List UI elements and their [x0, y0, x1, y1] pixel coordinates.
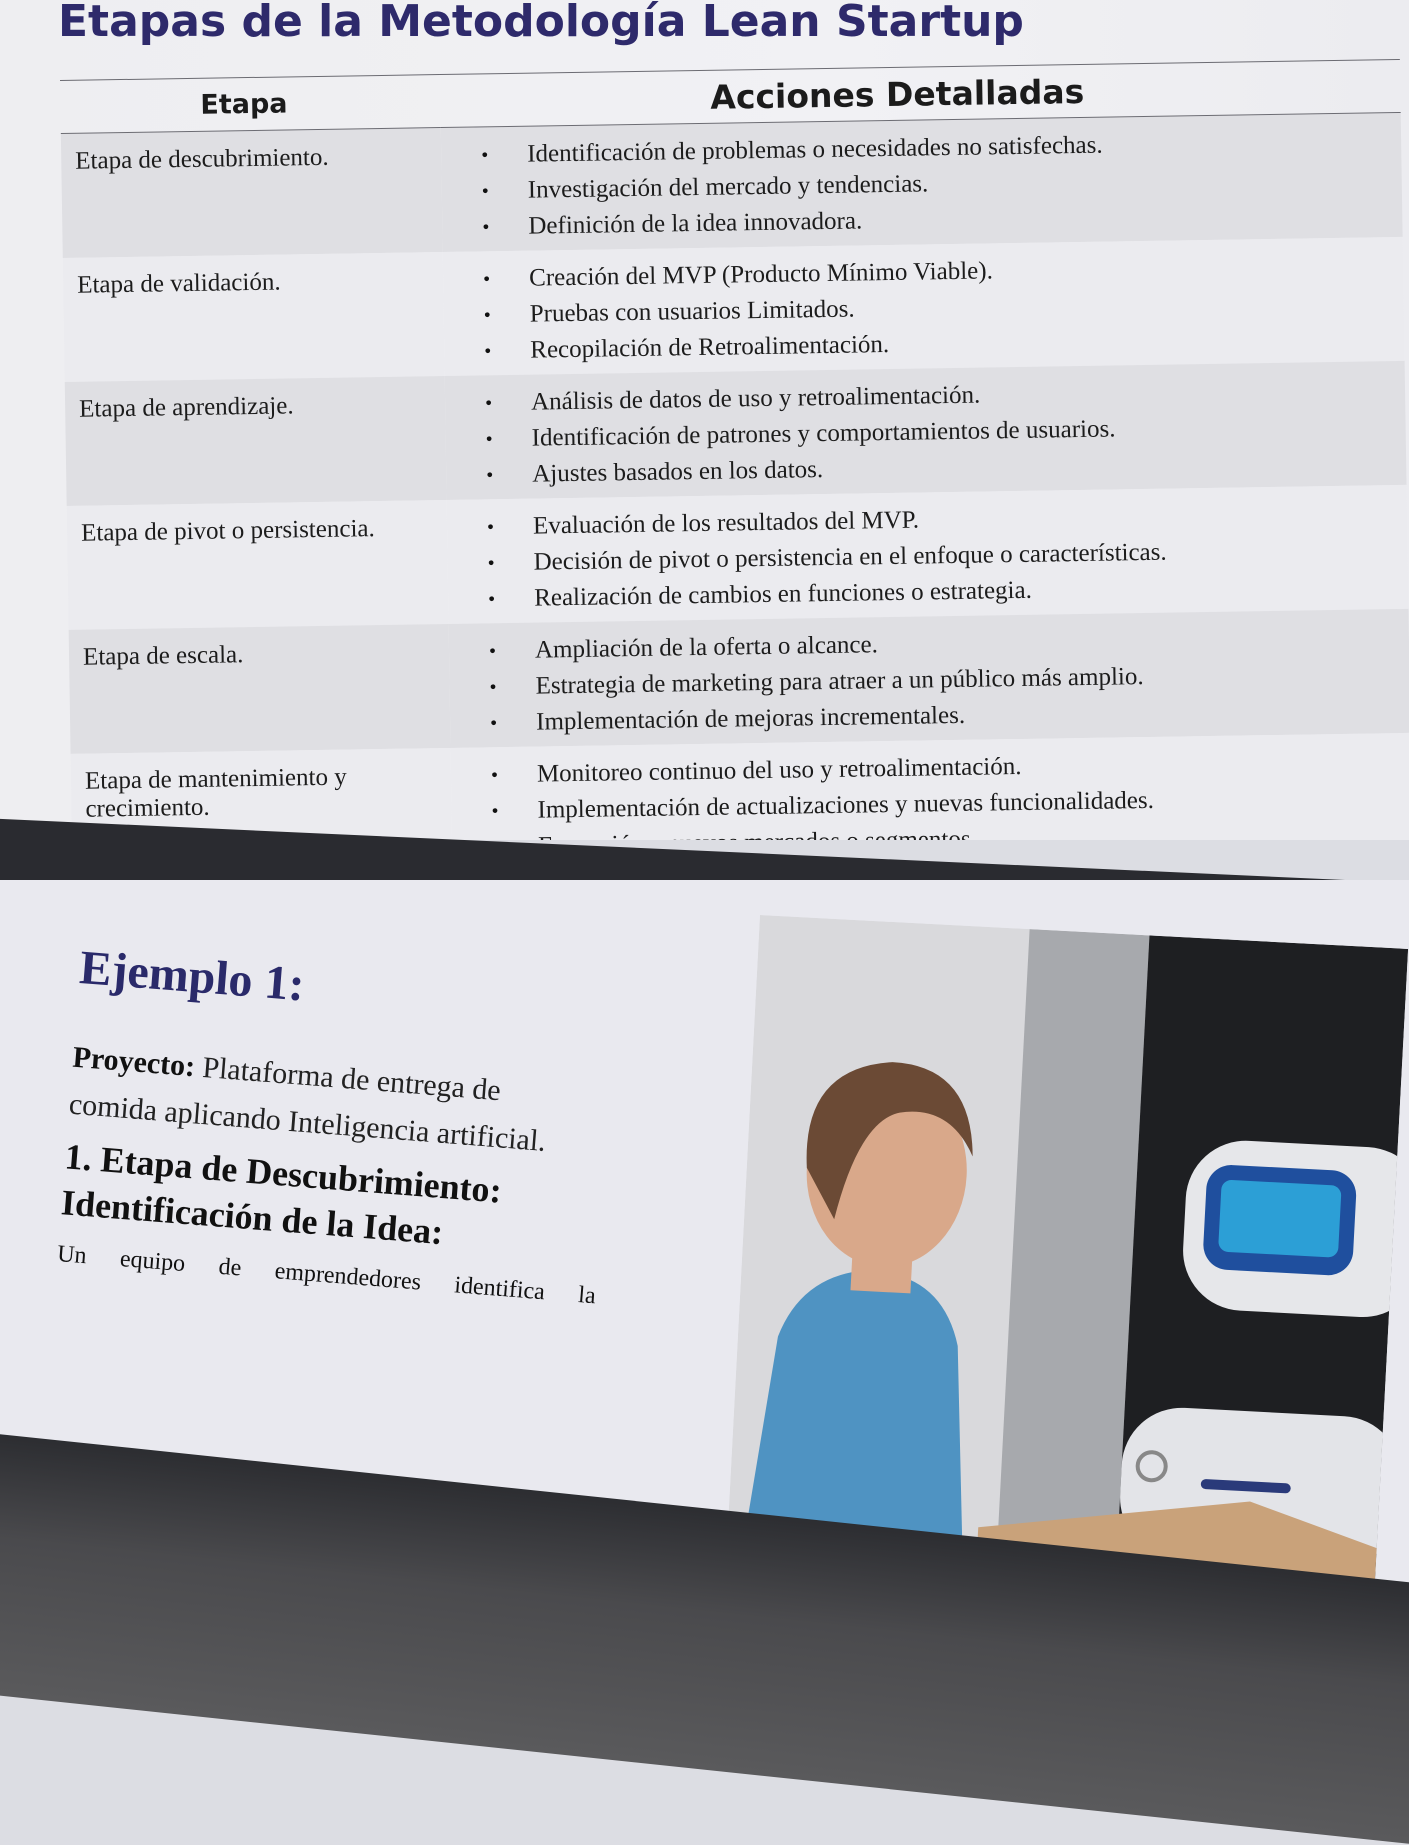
table-row: Etapa de escala. Ampliación de la oferta… [68, 608, 1409, 754]
stage-cell: Etapa de descubrimiento. [60, 127, 443, 258]
woman-and-robot-image [724, 915, 1409, 1600]
stage-cell: Etapa de validación. [62, 252, 445, 382]
header-etapa: Etapa [60, 74, 441, 134]
stage-cell: Etapa de pivot o persistencia. [66, 499, 449, 630]
table-row: Etapa de aprendizaje. Análisis de datos … [64, 360, 1407, 506]
actions-cell: Monitoreo continuo del uso y retroalimen… [450, 732, 1409, 840]
actions-cell: Identificación de problemas o necesidade… [440, 112, 1403, 253]
document-page: Etapas de la Metodología Lean Startup Et… [0, 0, 1409, 840]
example-text-block: Ejemplo 1: Proyecto: Plataforma de entre… [56, 940, 760, 1321]
page-title: Etapas de la Metodología Lean Startup [58, 0, 1024, 47]
actions-cell: Ampliación de la oferta o alcance. Estra… [448, 608, 1409, 748]
actions-cell: Creación del MVP (Producto Mínimo Viable… [442, 236, 1405, 376]
example-title: Ejemplo 1: [77, 940, 307, 1012]
table-row: Etapa de pivot o persistencia. Evaluació… [66, 484, 1409, 630]
table-row: Etapa de validación. Creación del MVP (P… [62, 236, 1405, 382]
stage-cell: Etapa de aprendizaje. [64, 375, 447, 506]
lean-startup-table: Etapa Acciones Detalladas Etapa de descu… [60, 59, 1409, 840]
table-row: Etapa de descubrimiento. Identificación … [60, 112, 1403, 258]
actions-cell: Evaluación de los resultados del MVP. De… [446, 484, 1409, 624]
actions-cell: Análisis de datos de uso y retroalimenta… [444, 360, 1407, 500]
project-label: Proyecto: [71, 1040, 197, 1084]
stage-cell: Etapa de escala. [68, 623, 451, 754]
